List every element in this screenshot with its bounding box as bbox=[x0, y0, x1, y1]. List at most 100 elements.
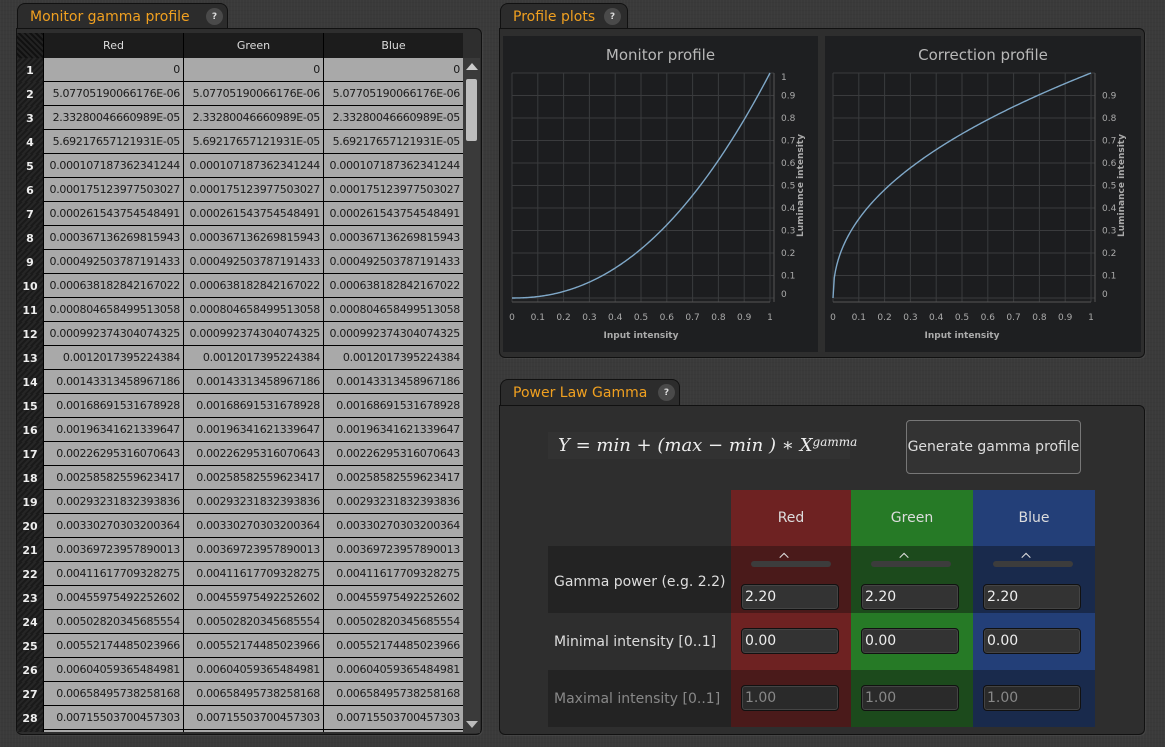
row-header[interactable]: 26 bbox=[17, 658, 43, 682]
table-cell-green[interactable]: 5.69217657121931E-05 bbox=[183, 130, 323, 154]
table-cell-green[interactable]: 0.000175123977503027 bbox=[183, 178, 323, 202]
table-cell-red[interactable]: 0.00369723957890013 bbox=[43, 538, 183, 562]
row-header[interactable]: 21 bbox=[17, 538, 43, 562]
table-cell-red[interactable]: 0.000107187362341244 bbox=[43, 154, 183, 178]
gamma-input-blue[interactable] bbox=[983, 584, 1081, 610]
row-header[interactable]: 7 bbox=[17, 202, 43, 226]
scroll-up-icon[interactable] bbox=[466, 63, 478, 70]
help-icon[interactable]: ? bbox=[658, 384, 675, 401]
table-cell-blue[interactable]: 0.00411617709328275 bbox=[323, 562, 463, 586]
table-cell-blue[interactable]: 0.000175123977503027 bbox=[323, 178, 463, 202]
table-cell-blue[interactable]: 0.000107187362341244 bbox=[323, 154, 463, 178]
gamma-input-red[interactable] bbox=[741, 584, 839, 610]
table-cell-blue[interactable]: 0.00369723957890013 bbox=[323, 538, 463, 562]
table-cell-green[interactable]: 0.00604059365484981 bbox=[183, 658, 323, 682]
table-cell-blue[interactable]: 0.000992374304074325 bbox=[323, 322, 463, 346]
max-input-blue[interactable] bbox=[983, 685, 1081, 711]
row-header[interactable]: 8 bbox=[17, 226, 43, 250]
tab-power-law-gamma[interactable]: Power Law Gamma ? bbox=[500, 379, 680, 405]
chevron-down-icon[interactable]: ⌵ bbox=[1019, 550, 1033, 564]
table-cell-red[interactable]: 0.00226295316070643 bbox=[43, 442, 183, 466]
table-cell-blue[interactable]: 0.00168691531678928 bbox=[323, 394, 463, 418]
table-cell-blue[interactable]: 0.00258582559623417 bbox=[323, 466, 463, 490]
table-cell-blue[interactable]: 0.0012017395224384 bbox=[323, 346, 463, 370]
table-cell-green[interactable]: 2.33280046660989E-05 bbox=[183, 106, 323, 130]
table-cell-blue[interactable]: 0.00604059365484981 bbox=[323, 658, 463, 682]
table-cell-blue[interactable]: 0.000492503787191433 bbox=[323, 250, 463, 274]
help-icon[interactable]: ? bbox=[206, 8, 223, 25]
row-header[interactable]: 27 bbox=[17, 682, 43, 706]
table-cell-green[interactable]: 0.00258582559623417 bbox=[183, 466, 323, 490]
table-cell-green[interactable]: 0.000992374304074325 bbox=[183, 322, 323, 346]
table-corner[interactable] bbox=[17, 33, 43, 58]
table-cell-green[interactable]: 0.00552174485023966 bbox=[183, 634, 323, 658]
table-cell-red[interactable]: 0.000804658499513058 bbox=[43, 298, 183, 322]
table-cell-red[interactable]: 0.00143313458967186 bbox=[43, 370, 183, 394]
row-header[interactable]: 3 bbox=[17, 106, 43, 130]
row-header[interactable]: 11 bbox=[17, 298, 43, 322]
table-cell-red[interactable]: 0.00658495738258168 bbox=[43, 682, 183, 706]
table-cell-blue[interactable]: 0.00293231832393836 bbox=[323, 490, 463, 514]
table-cell-blue[interactable]: 0.00226295316070643 bbox=[323, 442, 463, 466]
table-cell-red[interactable]: 0.000175123977503027 bbox=[43, 178, 183, 202]
table-cell-green[interactable]: 0.00658495738258168 bbox=[183, 682, 323, 706]
tab-profile-plots[interactable]: Profile plots ? bbox=[500, 3, 628, 29]
table-cell-red[interactable]: 0.00715503700457303 bbox=[43, 706, 183, 730]
gamma-slider-red[interactable] bbox=[751, 561, 831, 567]
table-scrollbar[interactable] bbox=[463, 58, 480, 733]
generate-gamma-profile-button[interactable]: Generate gamma profile bbox=[906, 420, 1081, 474]
row-header[interactable]: 9 bbox=[17, 250, 43, 274]
table-cell-green[interactable]: 0.000492503787191433 bbox=[183, 250, 323, 274]
row-header[interactable]: 2 bbox=[17, 82, 43, 106]
table-cell-green[interactable]: 5.07705190066176E-06 bbox=[183, 82, 323, 106]
table-cell-red[interactable]: 0.000261543754548491 bbox=[43, 202, 183, 226]
row-header[interactable]: 6 bbox=[17, 178, 43, 202]
table-cell-blue[interactable]: 0.00658495738258168 bbox=[323, 682, 463, 706]
help-icon[interactable]: ? bbox=[604, 8, 621, 25]
table-cell-blue[interactable]: 2.33280046660989E-05 bbox=[323, 106, 463, 130]
table-cell-green[interactable]: 0.00369723957890013 bbox=[183, 538, 323, 562]
column-header-red[interactable]: Red bbox=[43, 33, 183, 58]
table-cell-blue[interactable]: 0.000638182842167022 bbox=[323, 274, 463, 298]
max-input-red[interactable] bbox=[741, 685, 839, 711]
table-cell-blue[interactable]: 0.00143313458967186 bbox=[323, 370, 463, 394]
table-cell-red[interactable]: 0.00293231832393836 bbox=[43, 490, 183, 514]
table-cell-red[interactable]: 5.69217657121931E-05 bbox=[43, 130, 183, 154]
table-cell-red[interactable]: 0.00455975492252602 bbox=[43, 586, 183, 610]
table-cell-green[interactable]: 0.000261543754548491 bbox=[183, 202, 323, 226]
row-header[interactable]: 4 bbox=[17, 130, 43, 154]
column-header-blue[interactable]: Blue bbox=[323, 33, 463, 58]
table-cell-red[interactable]: 0.000367136269815943 bbox=[43, 226, 183, 250]
table-cell-green[interactable]: 0.000367136269815943 bbox=[183, 226, 323, 250]
scroll-down-icon[interactable] bbox=[466, 721, 478, 728]
table-cell-red[interactable]: 0.00168691531678928 bbox=[43, 394, 183, 418]
row-header[interactable]: 25 bbox=[17, 634, 43, 658]
chevron-down-icon[interactable]: ⌵ bbox=[897, 550, 911, 564]
table-cell-green[interactable]: 0.0012017395224384 bbox=[183, 346, 323, 370]
row-header[interactable]: 15 bbox=[17, 394, 43, 418]
scroll-thumb[interactable] bbox=[466, 79, 477, 141]
table-cell-green[interactable]: 0.000638182842167022 bbox=[183, 274, 323, 298]
row-header[interactable]: 23 bbox=[17, 586, 43, 610]
table-cell-red[interactable]: 0.00604059365484981 bbox=[43, 658, 183, 682]
table-cell-red[interactable]: 0.000992374304074325 bbox=[43, 322, 183, 346]
table-cell-red[interactable]: 0.00330270303200364 bbox=[43, 514, 183, 538]
table-cell-red[interactable]: 2.33280046660989E-05 bbox=[43, 106, 183, 130]
table-cell-red[interactable]: 0.00196341621339647 bbox=[43, 418, 183, 442]
table-cell-red[interactable]: 5.07705190066176E-06 bbox=[43, 82, 183, 106]
table-cell-red[interactable]: 0.000492503787191433 bbox=[43, 250, 183, 274]
min-input-red[interactable] bbox=[741, 628, 839, 654]
table-cell-blue[interactable]: 0.00502820345685554 bbox=[323, 610, 463, 634]
column-header-green[interactable]: Green bbox=[183, 33, 323, 58]
table-cell-red[interactable]: 0 bbox=[43, 58, 183, 82]
row-header[interactable]: 16 bbox=[17, 418, 43, 442]
chevron-down-icon[interactable]: ⌵ bbox=[777, 550, 791, 564]
table-cell-green[interactable]: 0.00226295316070643 bbox=[183, 442, 323, 466]
table-cell-green[interactable]: 0.00330270303200364 bbox=[183, 514, 323, 538]
table-cell-green[interactable]: 0.000804658499513058 bbox=[183, 298, 323, 322]
table-cell-blue[interactable]: 5.07705190066176E-06 bbox=[323, 82, 463, 106]
gamma-input-green[interactable] bbox=[861, 584, 959, 610]
table-cell-red[interactable]: 0.0012017395224384 bbox=[43, 346, 183, 370]
row-header[interactable]: 13 bbox=[17, 346, 43, 370]
table-cell-green[interactable]: 0.000107187362341244 bbox=[183, 154, 323, 178]
